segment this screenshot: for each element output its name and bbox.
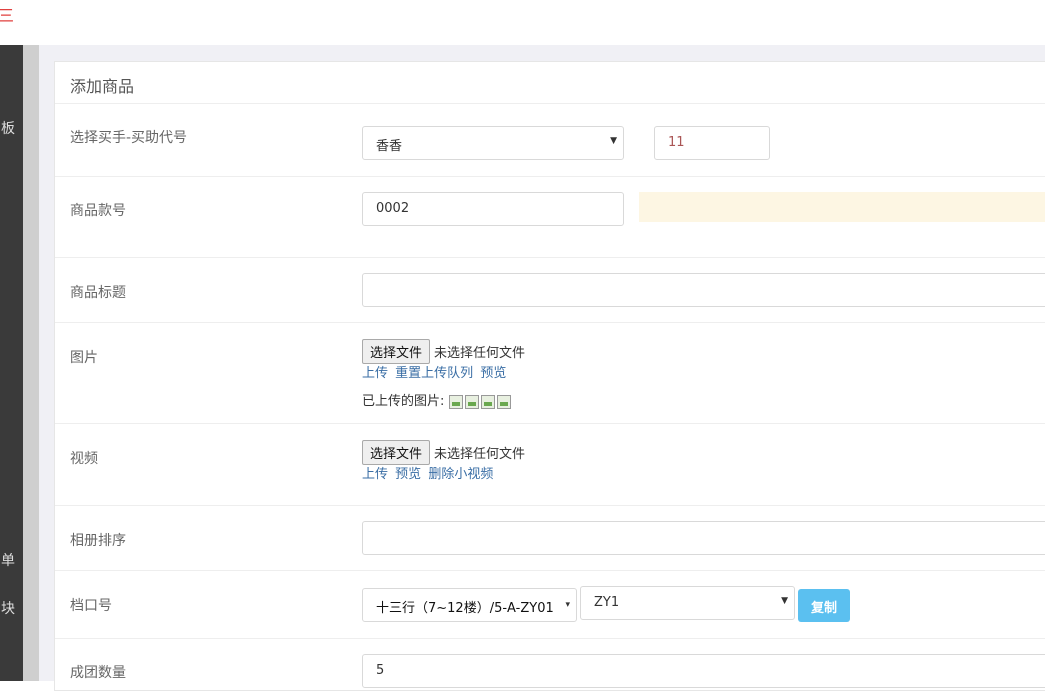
- upload-image-link[interactable]: 上传: [362, 366, 388, 381]
- item-no-hint: [639, 192, 1045, 222]
- chevron-down-icon: ▼: [610, 136, 617, 146]
- album-order-row: 相册排序: [55, 506, 1045, 571]
- delete-video-link[interactable]: 删除小视频: [428, 467, 493, 482]
- sidebar-item-panel[interactable]: 板: [1, 118, 15, 138]
- stall-code-value: ZY1: [594, 595, 620, 610]
- copy-button[interactable]: 复制: [798, 589, 851, 622]
- image-actions: 上传 重置上传队列 预览: [362, 362, 509, 381]
- sidebar-item-order[interactable]: 单: [1, 550, 15, 570]
- buyer-code-value: 11: [668, 135, 685, 150]
- group-qty-input[interactable]: 5: [362, 654, 1045, 688]
- group-qty-label: 成团数量: [70, 665, 126, 681]
- sidebar-item-module[interactable]: 块: [1, 598, 15, 618]
- top-bar: 三: [0, 0, 1045, 45]
- sidebar: 板 单 块: [0, 45, 23, 681]
- uploaded-thumb[interactable]: [464, 394, 479, 409]
- upload-video-link[interactable]: 上传: [362, 467, 388, 482]
- title-input[interactable]: [362, 273, 1045, 307]
- title-row: 商品标题: [55, 258, 1045, 323]
- preview-image-link[interactable]: 预览: [480, 366, 506, 381]
- title-label: 商品标题: [70, 285, 126, 301]
- uploaded-thumb[interactable]: [480, 394, 495, 409]
- uploaded-label: 已上传的图片:: [362, 394, 445, 409]
- choose-video-button[interactable]: 选择文件: [362, 440, 431, 465]
- menu-toggle-icon[interactable]: 三: [0, 2, 14, 26]
- panel-title: 添加商品: [55, 62, 1045, 104]
- uploaded-images: 已上传的图片:: [362, 390, 513, 409]
- choose-image-button[interactable]: 选择文件: [362, 339, 431, 364]
- video-row: 视频 选择文件 未选择任何文件 上传 预览 删除小视频: [55, 424, 1045, 506]
- preview-video-link[interactable]: 预览: [395, 467, 421, 482]
- buyer-selected-value: 香香: [376, 139, 403, 154]
- images-label: 图片: [70, 350, 98, 366]
- group-qty-row: 成团数量 5: [55, 639, 1045, 699]
- market-selected-value: 十三行（7~12楼）/5-A-ZY01: [376, 601, 554, 616]
- item-no-value: 0002: [376, 201, 410, 216]
- video-actions: 上传 预览 删除小视频: [362, 463, 496, 482]
- item-no-label: 商品款号: [70, 203, 126, 219]
- buyer-select[interactable]: 香香 ▼: [362, 126, 624, 160]
- sidebar-scrollbar[interactable]: [23, 45, 39, 681]
- uploaded-thumb[interactable]: [448, 394, 463, 409]
- images-row: 图片 选择文件 未选择任何文件 上传 重置上传队列 预览 已上传的图片:: [55, 323, 1045, 424]
- buyer-code-input[interactable]: 11: [654, 126, 770, 160]
- stall-label: 档口号: [70, 598, 112, 614]
- buyer-row: 选择买手-买助代号 香香 ▼ 11: [55, 104, 1045, 177]
- market-select[interactable]: 十三行（7~12楼）/5-A-ZY01 ▾: [362, 588, 577, 622]
- stall-code-select[interactable]: ZY1 ▼: [580, 586, 795, 620]
- group-qty-value: 5: [376, 663, 385, 678]
- item-no-row: 商品款号 0002: [55, 177, 1045, 258]
- album-order-label: 相册排序: [70, 533, 126, 549]
- chevron-down-icon: ▼: [781, 596, 788, 606]
- buyer-label: 选择买手-买助代号: [70, 130, 188, 146]
- stall-row: 档口号 十三行（7~12楼）/5-A-ZY01 ▾ ZY1 ▼ 复制: [55, 571, 1045, 639]
- uploaded-thumb[interactable]: [496, 394, 511, 409]
- reset-queue-link[interactable]: 重置上传队列: [395, 366, 473, 381]
- add-product-panel: 添加商品 选择买手-买助代号 香香 ▼ 11 商品款号 0002 商品标题 图片…: [54, 61, 1045, 691]
- album-order-input[interactable]: [362, 521, 1045, 555]
- image-file-status: 未选择任何文件: [434, 346, 526, 361]
- item-no-input[interactable]: 0002: [362, 192, 624, 226]
- video-file-status: 未选择任何文件: [434, 447, 526, 462]
- video-label: 视频: [70, 451, 98, 467]
- caret-down-icon: ▾: [565, 600, 570, 610]
